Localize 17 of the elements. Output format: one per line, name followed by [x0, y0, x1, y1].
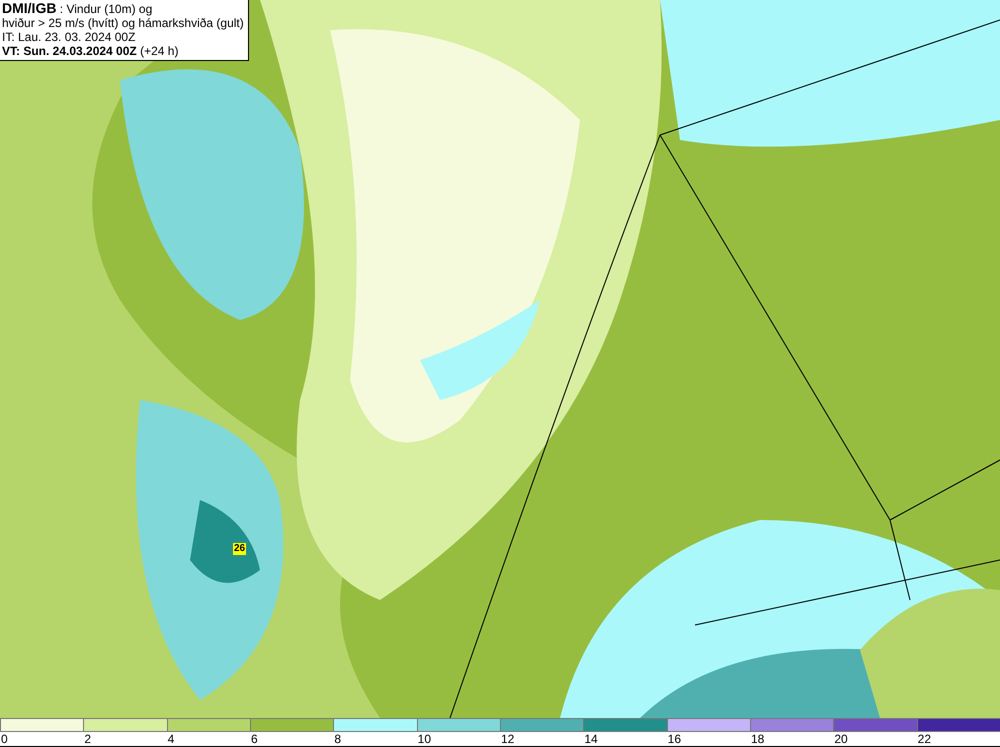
- legend-label: 12: [500, 732, 514, 746]
- legend-label: 8: [333, 732, 342, 746]
- legend-label: 16: [666, 732, 682, 746]
- legend-label: 18: [750, 732, 764, 746]
- issue-time: IT: Lau. 23. 03. 2024 00Z: [2, 30, 136, 44]
- legend-label: 2: [83, 732, 92, 746]
- legend-label: 0: [0, 732, 8, 746]
- gust-value-label: 26: [233, 543, 246, 555]
- legend-label: 6: [250, 732, 258, 746]
- legend-label: 14: [583, 732, 598, 746]
- valid-time: VT: Sun. 24.03.2024 00Z (+24 h): [2, 44, 180, 58]
- legend-label: 10: [416, 732, 432, 746]
- map-subtitle: hviður > 25 m/s (hvítt) og hámarkshviða (gult): [2, 16, 244, 30]
- legend-label: 4: [166, 732, 174, 746]
- map-title: DMI/IGB : Vindur (10m) og: [2, 1, 154, 16]
- legend-label: 22: [916, 732, 932, 746]
- legend-label: 20: [833, 732, 848, 746]
